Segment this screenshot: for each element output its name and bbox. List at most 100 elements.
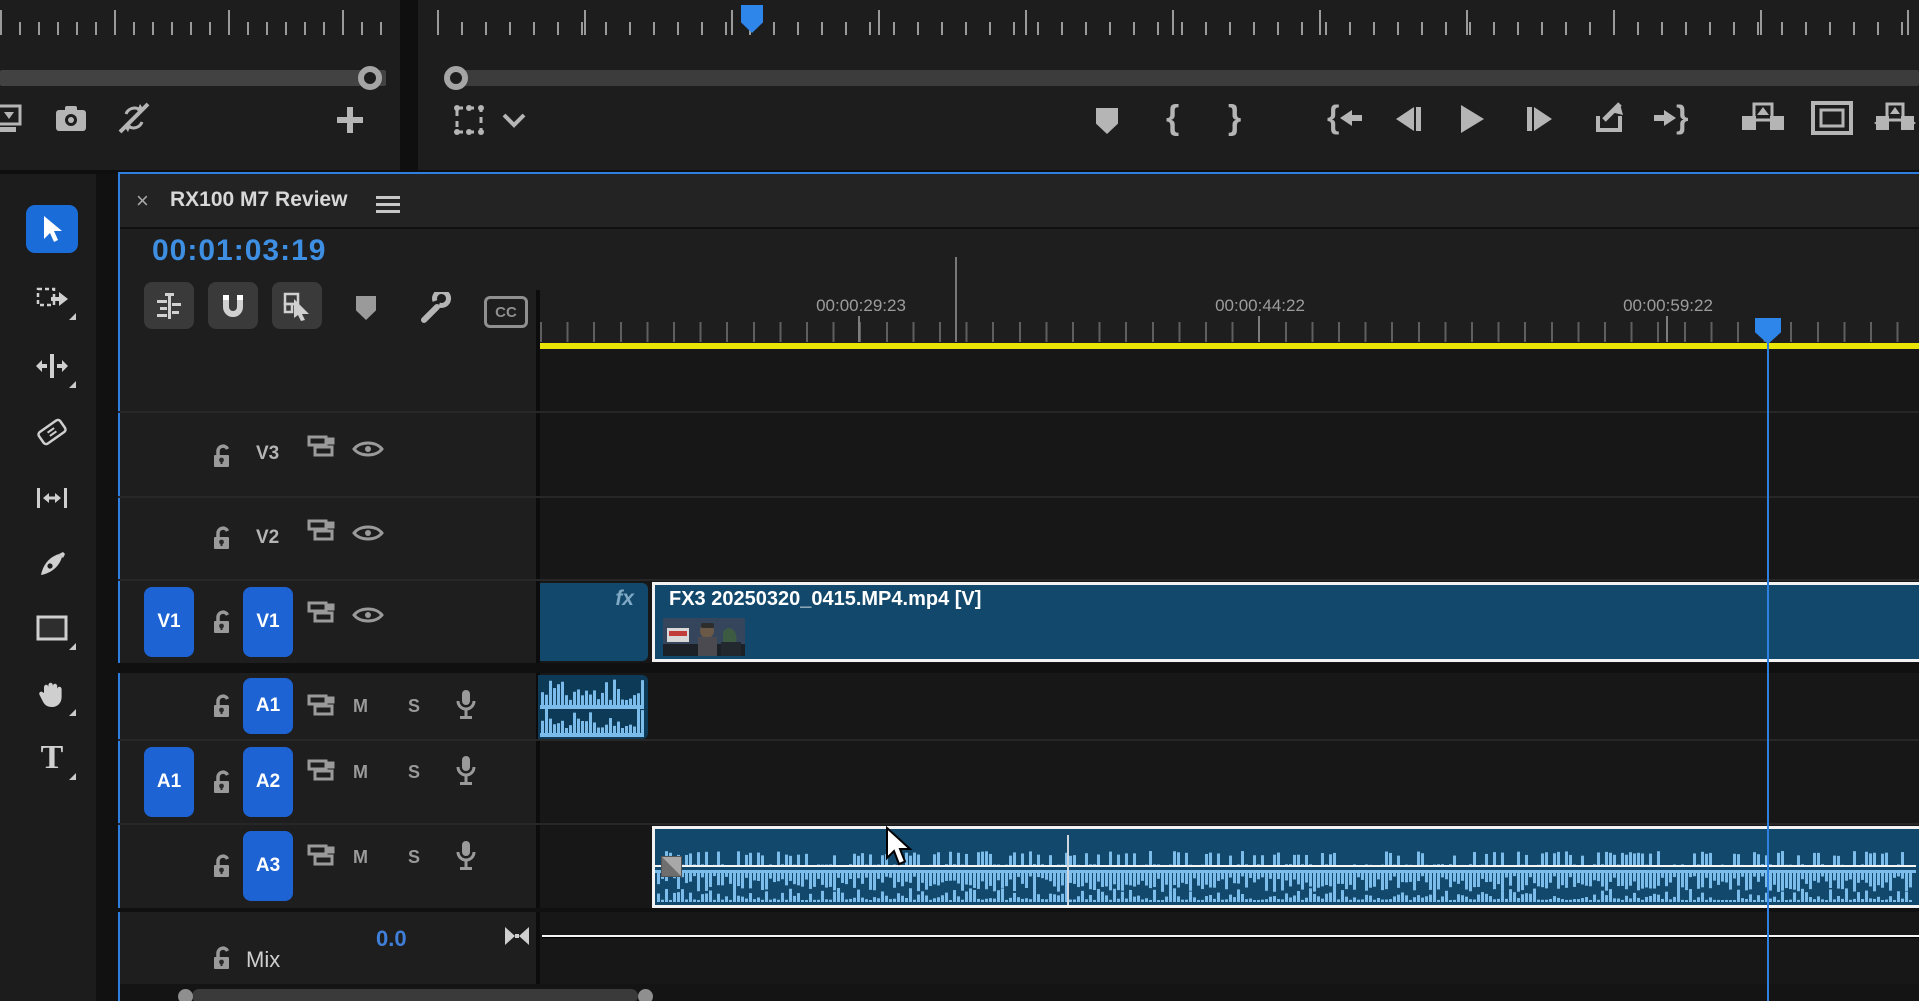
sync-disabled-icon[interactable] bbox=[116, 100, 152, 136]
captions-cc-icon[interactable]: CC bbox=[484, 296, 528, 328]
audio-waveform bbox=[538, 675, 648, 739]
mute-button[interactable]: M bbox=[353, 762, 368, 783]
program-zoom-scrollbar[interactable] bbox=[462, 70, 1919, 86]
video-clip-fx3[interactable]: FX3 20250320_0415.MP4.mp4 [V] bbox=[652, 582, 1919, 662]
lock-icon[interactable] bbox=[210, 944, 236, 972]
solo-button[interactable]: S bbox=[408, 696, 420, 717]
row-separator bbox=[118, 496, 1919, 498]
hscroll-handle-left[interactable] bbox=[178, 989, 193, 1001]
add-marker-icon[interactable] bbox=[1096, 108, 1118, 134]
mark-in-icon[interactable]: { bbox=[1166, 96, 1179, 140]
lock-icon[interactable] bbox=[210, 852, 236, 880]
audio-clip-a1[interactable] bbox=[538, 675, 648, 739]
clip-marker-line bbox=[1067, 835, 1069, 905]
program-monitor-ruler[interactable] bbox=[437, 8, 1919, 35]
program-zoom-handle[interactable] bbox=[444, 66, 468, 90]
eye-visibility-icon[interactable] bbox=[352, 438, 384, 460]
solo-button[interactable]: S bbox=[408, 762, 420, 783]
mix-track-label: Mix bbox=[246, 947, 280, 973]
panel-menu-icon[interactable] bbox=[376, 192, 400, 217]
subtool-indicator bbox=[69, 773, 76, 780]
ruler-major-ticks bbox=[0, 10, 392, 35]
eye-visibility-icon[interactable] bbox=[352, 522, 384, 544]
ruler-label-tick bbox=[1666, 316, 1668, 342]
close-tab-icon[interactable]: × bbox=[136, 188, 149, 214]
export-frame-camera-icon[interactable] bbox=[54, 104, 88, 134]
lock-icon[interactable] bbox=[210, 692, 236, 720]
timeline-hscroll-bar[interactable] bbox=[192, 989, 638, 1001]
subtool-indicator bbox=[69, 709, 76, 716]
hscroll-handle-right[interactable] bbox=[638, 989, 653, 1001]
tool-pen[interactable] bbox=[26, 540, 78, 588]
track-target-a1[interactable]: A1 bbox=[243, 678, 293, 734]
extract-icon[interactable] bbox=[1872, 102, 1918, 136]
mic-voiceover-icon[interactable] bbox=[454, 839, 478, 871]
source-patch-a1[interactable]: A1 bbox=[144, 747, 194, 817]
subtool-indicator bbox=[69, 313, 76, 320]
sync-lock-icon[interactable] bbox=[306, 518, 338, 544]
step-back-icon[interactable] bbox=[1392, 106, 1424, 132]
lock-icon[interactable] bbox=[210, 768, 236, 796]
tool-razor[interactable] bbox=[26, 408, 78, 456]
timeline-settings-button[interactable] bbox=[144, 282, 194, 329]
source-zoom-handle[interactable] bbox=[358, 66, 382, 90]
row-separator bbox=[118, 739, 1919, 741]
go-to-out-icon[interactable]: } bbox=[1652, 100, 1690, 136]
solo-button[interactable]: S bbox=[408, 847, 420, 868]
safe-margins-icon[interactable] bbox=[1810, 100, 1854, 136]
sync-lock-icon[interactable] bbox=[306, 434, 338, 460]
source-monitor-ruler[interactable] bbox=[0, 8, 392, 35]
source-zoom-scrollbar[interactable] bbox=[0, 70, 386, 86]
track-target-v2[interactable]: V2 bbox=[256, 527, 279, 549]
tool-type[interactable]: T bbox=[26, 734, 78, 782]
export-frame-icon[interactable] bbox=[1590, 100, 1628, 138]
snap-magnet-button[interactable] bbox=[208, 282, 258, 329]
video-clip-tail[interactable]: fx bbox=[540, 583, 648, 661]
tool-rectangle[interactable] bbox=[26, 604, 78, 652]
tool-hand[interactable] bbox=[26, 670, 78, 718]
mic-voiceover-icon[interactable] bbox=[454, 688, 478, 720]
tool-selection[interactable] bbox=[26, 205, 78, 253]
tool-ripple-edit[interactable] bbox=[26, 342, 78, 390]
chevron-down-icon[interactable] bbox=[500, 110, 528, 130]
linked-selection-button[interactable] bbox=[272, 282, 322, 329]
mute-button[interactable]: M bbox=[353, 847, 368, 868]
sync-lock-icon[interactable] bbox=[306, 758, 338, 784]
wrench-settings-icon[interactable] bbox=[418, 292, 452, 326]
lock-icon[interactable] bbox=[210, 524, 236, 552]
playhead-line[interactable] bbox=[1767, 343, 1769, 1001]
ruler-label-tick bbox=[1258, 316, 1260, 342]
track-target-a3[interactable]: A3 bbox=[243, 831, 293, 901]
playhead-timecode[interactable]: 00:01:03:19 bbox=[152, 234, 326, 268]
sync-lock-icon[interactable] bbox=[306, 600, 338, 626]
track-target-v3[interactable]: V3 bbox=[256, 443, 279, 465]
source-patch-v1[interactable]: V1 bbox=[144, 587, 194, 657]
clip-volume-line[interactable] bbox=[655, 865, 1916, 867]
clip-fade-handle[interactable] bbox=[661, 856, 682, 877]
audio-clip-fx3[interactable] bbox=[652, 826, 1919, 908]
keyframe-toggle-icon[interactable] bbox=[503, 925, 531, 947]
sync-lock-icon[interactable] bbox=[306, 843, 338, 869]
lock-icon[interactable] bbox=[210, 608, 236, 636]
step-forward-icon[interactable] bbox=[1524, 106, 1556, 132]
go-to-in-icon[interactable]: { bbox=[1326, 100, 1364, 136]
sync-lock-icon[interactable] bbox=[306, 693, 338, 719]
add-button-plus-icon[interactable] bbox=[334, 104, 366, 136]
eye-visibility-icon[interactable] bbox=[352, 604, 384, 626]
timeline-tab-title[interactable]: RX100 M7 Review bbox=[170, 188, 347, 212]
mix-volume-value[interactable]: 0.0 bbox=[376, 926, 407, 952]
mute-button[interactable]: M bbox=[353, 696, 368, 717]
lock-icon[interactable] bbox=[210, 442, 236, 470]
tool-slip[interactable] bbox=[26, 474, 78, 522]
monitor-bottom-strip: { } { } bbox=[0, 0, 1919, 174]
track-target-a2[interactable]: A2 bbox=[243, 747, 293, 817]
play-icon[interactable] bbox=[1458, 104, 1486, 134]
mark-out-icon[interactable]: } bbox=[1228, 96, 1241, 140]
track-target-v1[interactable]: V1 bbox=[243, 587, 293, 657]
marquee-settings-icon[interactable] bbox=[450, 102, 488, 138]
tool-track-select-forward[interactable] bbox=[26, 274, 78, 322]
lift-icon[interactable] bbox=[1740, 102, 1786, 136]
mic-voiceover-icon[interactable] bbox=[454, 754, 478, 786]
insert-monitor-icon[interactable] bbox=[0, 100, 26, 138]
subtool-indicator bbox=[69, 643, 76, 650]
